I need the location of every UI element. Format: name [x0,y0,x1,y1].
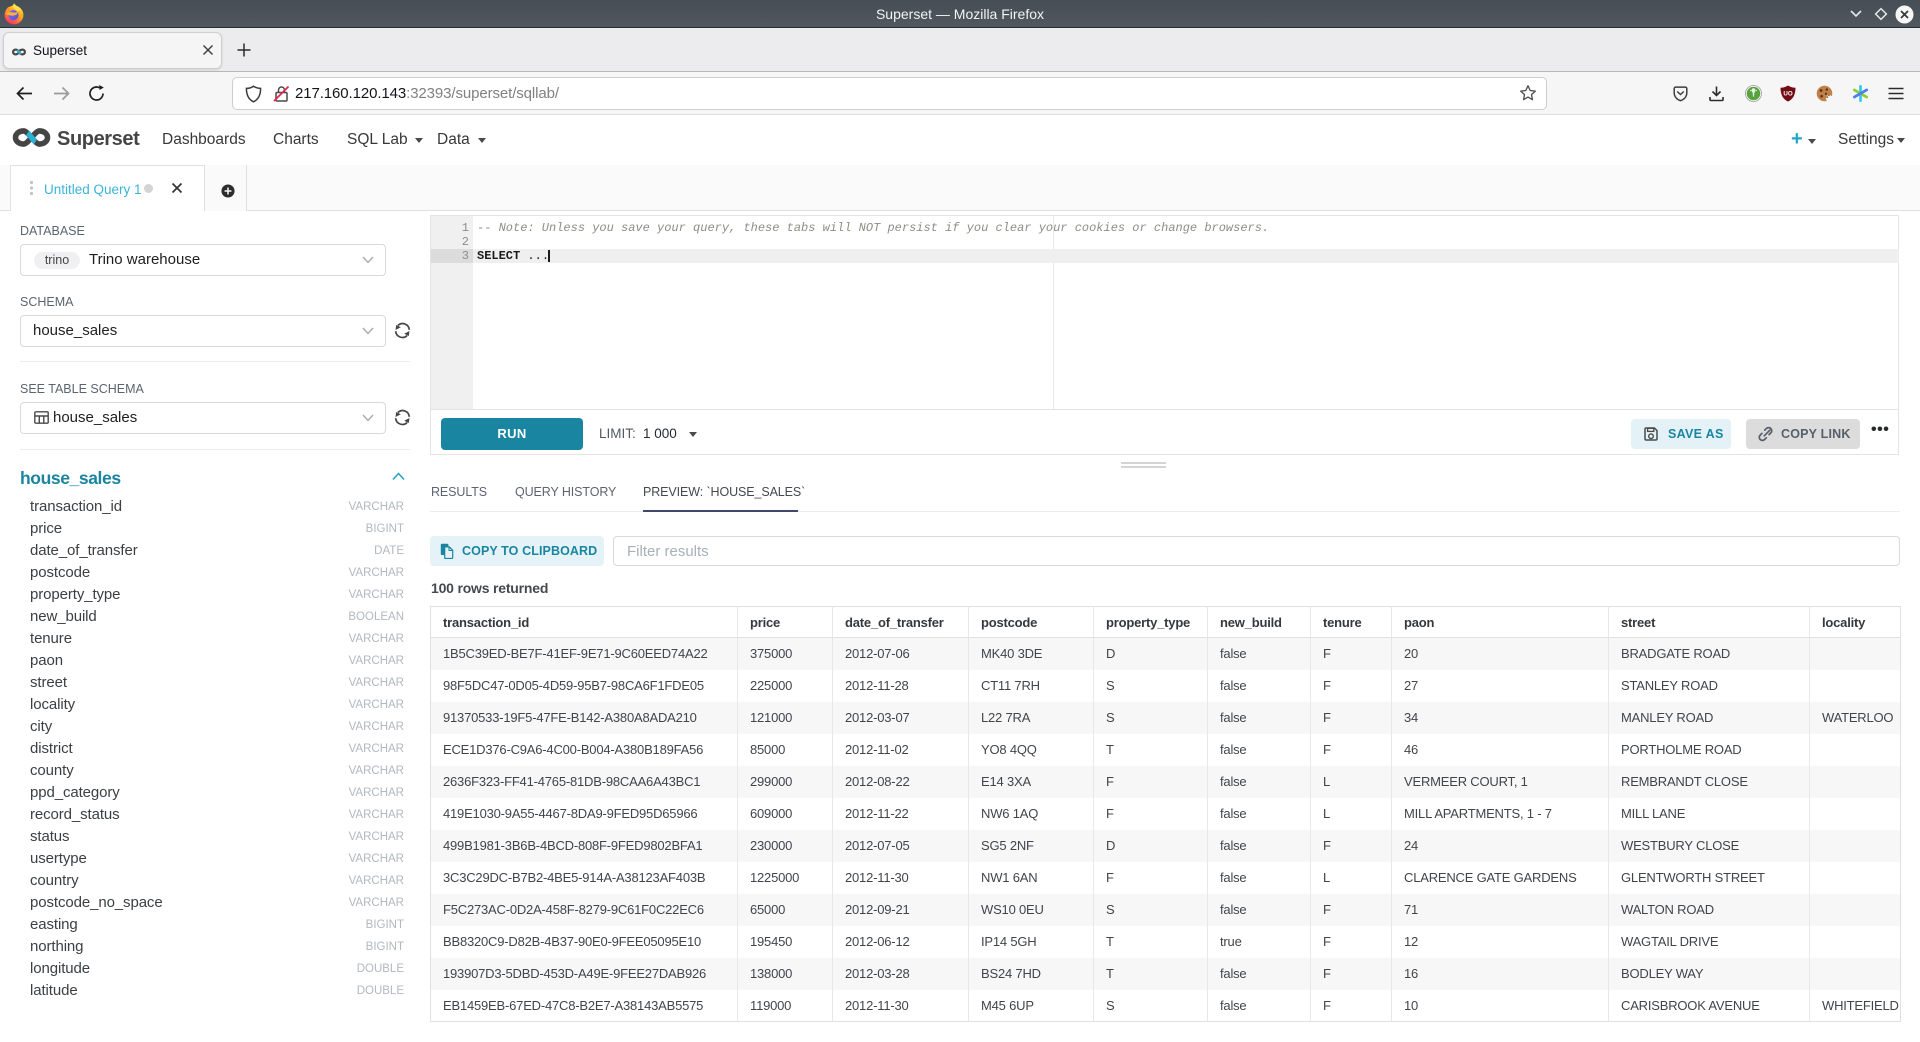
svg-text:UO: UO [1783,91,1792,98]
